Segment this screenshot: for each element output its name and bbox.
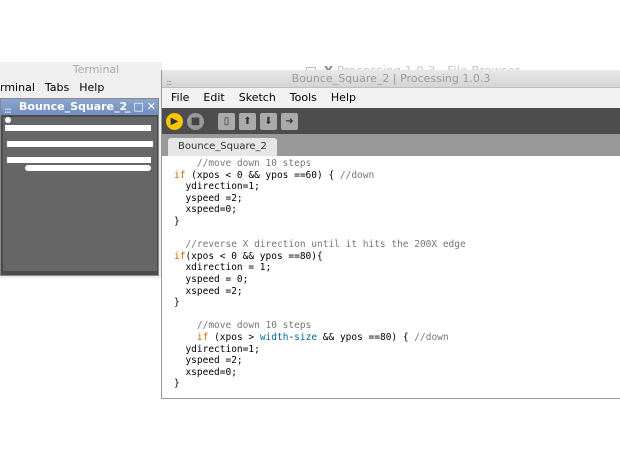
code-line: //move down 10 steps	[196, 320, 312, 332]
close-icon[interactable]: ✕	[147, 99, 156, 115]
tab-bounce-square-2[interactable]: Bounce_Square_2	[168, 138, 277, 156]
ide-titlebar[interactable]: ::: Bounce_Square_2 | Processing 1.0.3	[162, 70, 620, 88]
menu-tools[interactable]: Tools	[283, 88, 324, 108]
code-line: if(xpos < 0 && ypos ==80){	[174, 250, 323, 262]
run-button[interactable]: ▶	[166, 112, 183, 130]
code-line: }	[174, 378, 180, 390]
square-head	[5, 117, 11, 123]
ide-tab-strip: Bounce_Square_2	[162, 134, 620, 156]
trail-bar	[7, 157, 151, 163]
new-file-icon: ▯	[223, 115, 230, 127]
ide-title-text: Bounce_Square_2 | Processing 1.0.3	[291, 72, 491, 85]
ide-menubar: File Edit Sketch Tools Help	[162, 88, 620, 108]
open-button[interactable]: ⬆	[239, 112, 256, 130]
menu-sketch[interactable]: Sketch	[232, 88, 283, 108]
grip-icon: :::	[166, 78, 172, 87]
new-button[interactable]: ▯	[218, 112, 235, 130]
export-arrow-icon: ➜	[285, 115, 294, 127]
sketch-canvas	[3, 117, 157, 271]
terminal-menu-terminal[interactable]: rminal	[0, 80, 35, 96]
export-button[interactable]: ➜	[281, 112, 298, 130]
maximize-icon[interactable]: □	[133, 99, 143, 115]
code-line: //move down 10 steps	[196, 158, 312, 169]
sketch-window-title: Bounce_Square_2	[19, 100, 128, 113]
sketch-output-window: ::: Bounce_Square_2 _ □ ✕	[0, 98, 159, 276]
stop-button[interactable]: ■	[187, 112, 204, 130]
code-line: }	[174, 297, 180, 309]
trail-bar	[7, 141, 153, 147]
terminal-menubar: rminal Tabs Help	[0, 80, 162, 96]
code-line: //reverse X direction until it hits the …	[185, 239, 466, 251]
menu-edit[interactable]: Edit	[196, 88, 231, 108]
code-line: xdirection = 1;	[174, 262, 272, 274]
menu-help[interactable]: Help	[324, 88, 363, 108]
code-line: xspeed=0;	[174, 366, 237, 378]
trail-bar	[5, 125, 151, 131]
code-line: if (xpos < 0 && ypos ==60) { //down	[174, 169, 375, 181]
code-line: if (xpos > width-size && ypos ==80) { //…	[196, 331, 449, 343]
ide-toolbar: ▶ ■ ▯ ⬆ ⬇ ➜	[162, 108, 620, 134]
code-line: xspeed=0;	[174, 204, 237, 216]
code-line: ydirection=1;	[174, 343, 260, 355]
up-arrow-icon: ⬆	[243, 115, 252, 127]
terminal-menu-help[interactable]: Help	[79, 80, 104, 96]
save-button[interactable]: ⬇	[260, 112, 277, 130]
code-line: yspeed = 0;	[174, 273, 249, 285]
code-line: yspeed =2;	[174, 355, 243, 367]
terminal-title: Terminal	[72, 63, 120, 76]
processing-ide-window: ::: Bounce_Square_2 | Processing 1.0.3 F…	[161, 70, 620, 399]
code-line: yspeed =2;	[174, 192, 243, 204]
terminal-menu-tabs[interactable]: Tabs	[45, 80, 69, 96]
code-line: }	[174, 215, 180, 227]
code-line: ydirection=1;	[174, 181, 260, 193]
window-controls: _ □ ✕	[125, 99, 156, 115]
code-editor[interactable]: //move down 10 steps if (xpos < 0 && ypos…	[162, 157, 620, 398]
trail-bar	[25, 165, 151, 171]
sketch-window-titlebar[interactable]: ::: Bounce_Square_2 _ □ ✕	[1, 99, 158, 115]
code-line: xspeed =2;	[174, 285, 243, 297]
stop-icon: ■	[190, 115, 201, 127]
minimize-icon[interactable]: _	[125, 99, 131, 115]
play-icon: ▶	[170, 115, 179, 127]
down-arrow-icon: ⬇	[264, 115, 273, 127]
